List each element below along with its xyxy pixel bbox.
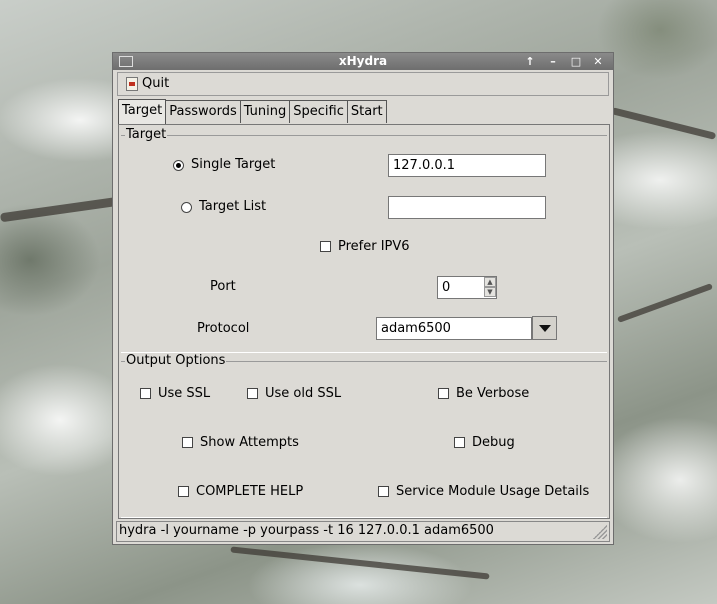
background-branch [230, 546, 490, 580]
background-branch [616, 283, 714, 323]
status-bar: hydra -l yourname -p yourpass -t 16 127.… [116, 521, 610, 542]
prefer-ipv6-checkbox[interactable] [320, 241, 331, 252]
protocol-dropdown-icon[interactable] [532, 316, 557, 340]
tab-passwords[interactable]: Passwords [165, 100, 241, 123]
maximize-icon[interactable]: □ [568, 55, 584, 68]
target-tab-panel: Target Single Target 127.0.0.1 Target Li… [118, 124, 610, 519]
quit-icon [126, 76, 138, 91]
xhydra-window: xHydra ↑ – □ ✕ Quit Target Passwords Tun… [112, 52, 614, 545]
quit-menu-item[interactable]: Quit [126, 76, 169, 91]
single-target-label: Single Target [191, 157, 276, 172]
command-preview: hydra -l yourname -p yourpass -t 16 127.… [119, 523, 494, 538]
background-branch [0, 196, 121, 223]
use-ssl-label: Use SSL [158, 386, 211, 401]
single-target-radio[interactable] [173, 160, 184, 171]
use-old-ssl-checkbox[interactable] [247, 388, 258, 399]
port-decrement-icon[interactable]: ▼ [484, 287, 496, 297]
target-list-radio[interactable] [181, 202, 192, 213]
single-target-input[interactable]: 127.0.0.1 [388, 154, 546, 177]
output-options-label: Output Options [125, 353, 227, 368]
use-old-ssl-label: Use old SSL [265, 386, 342, 401]
menu-bar: Quit [117, 72, 609, 96]
target-group-label: Target [125, 127, 168, 142]
tab-specific[interactable]: Specific [289, 100, 348, 123]
tab-target[interactable]: Target [118, 99, 167, 124]
port-increment-icon[interactable]: ▲ [484, 277, 496, 287]
background-branch [610, 107, 717, 140]
protocol-select[interactable]: adam6500 [376, 317, 532, 340]
title-bar[interactable]: xHydra ↑ – □ ✕ [113, 53, 613, 70]
quit-label: Quit [142, 76, 170, 91]
service-details-checkbox[interactable] [378, 486, 389, 497]
show-attempts-checkbox[interactable] [182, 437, 193, 448]
service-details-label: Service Module Usage Details [396, 484, 590, 499]
show-attempts-label: Show Attempts [200, 435, 299, 450]
protocol-label: Protocol [197, 321, 250, 336]
prefer-ipv6-label: Prefer IPV6 [338, 239, 410, 254]
tab-tuning[interactable]: Tuning [239, 100, 291, 123]
arrow-up-icon[interactable]: ↑ [522, 55, 538, 68]
be-verbose-checkbox[interactable] [438, 388, 449, 399]
target-list-input[interactable] [388, 196, 546, 219]
minimize-icon[interactable]: – [545, 55, 561, 68]
complete-help-label: COMPLETE HELP [196, 484, 304, 499]
debug-label: Debug [472, 435, 515, 450]
debug-checkbox[interactable] [454, 437, 465, 448]
complete-help-checkbox[interactable] [178, 486, 189, 497]
close-icon[interactable]: ✕ [590, 55, 606, 68]
tab-bar: Target Passwords Tuning Specific Start [118, 99, 387, 124]
window-title: xHydra [338, 54, 388, 68]
tab-start[interactable]: Start [346, 100, 387, 123]
port-label: Port [210, 279, 236, 294]
target-list-label: Target List [199, 199, 267, 214]
use-ssl-checkbox[interactable] [140, 388, 151, 399]
be-verbose-label: Be Verbose [456, 386, 530, 401]
resize-grip-icon[interactable] [593, 525, 607, 539]
